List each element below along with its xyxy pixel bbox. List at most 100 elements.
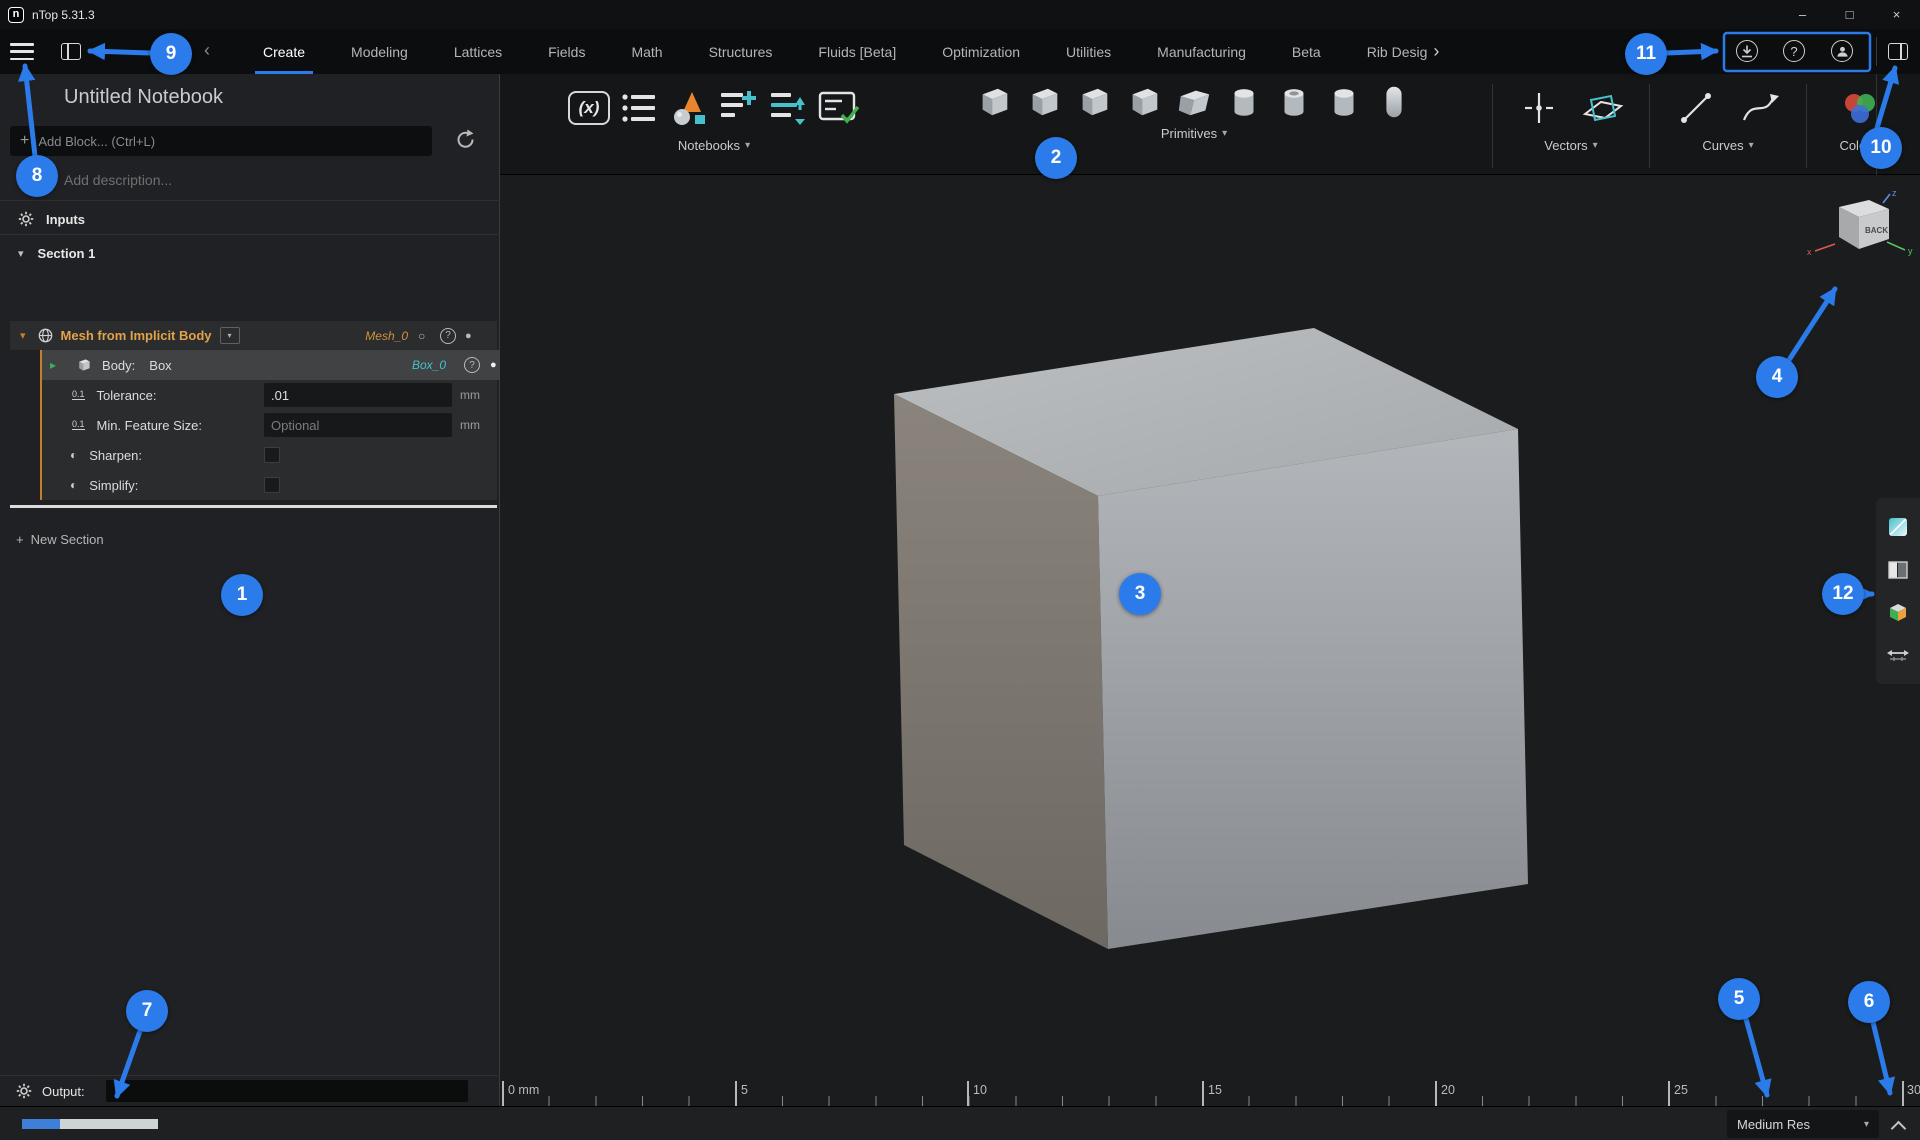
notebooks-group-dropdown[interactable]: Notebooks▾ [678, 138, 750, 153]
add-block-list-icon[interactable] [714, 82, 764, 134]
tabs-scroll-left-icon[interactable]: ‹ [204, 40, 210, 61]
geometry-blocks-icon[interactable] [664, 82, 714, 134]
view-cube[interactable]: x y z BACK [1805, 187, 1917, 267]
min-feature-label: Min. Feature Size: [97, 418, 203, 433]
body-input-row[interactable]: ▸ Body: Box Box_0 ? ● [42, 350, 520, 380]
section-view-icon[interactable] [1886, 515, 1910, 539]
minimize-button[interactable]: – [1779, 0, 1826, 29]
curves-group-dropdown[interactable]: Curves▾ [1702, 138, 1753, 153]
gear-icon [16, 1083, 32, 1099]
ruler-label-10: 10 [973, 1083, 987, 1097]
tube-primitive-icon[interactable] [1275, 82, 1313, 122]
notebook-panel: Untitled Notebook + Add description... I… [0, 74, 500, 1106]
box2-primitive-icon[interactable] [1025, 82, 1063, 122]
body-help-icon[interactable]: ? [464, 357, 480, 373]
add-block-field[interactable]: + [10, 126, 432, 156]
close-button[interactable]: × [1873, 0, 1920, 29]
account-icon[interactable] [1829, 38, 1855, 64]
tab-fluids-beta[interactable]: Fluids [Beta] [795, 29, 919, 74]
new-section-button[interactable]: + New Section [16, 526, 104, 552]
section-resize-handle[interactable] [10, 505, 497, 508]
section-1-header[interactable]: ▾ Section 1 [0, 238, 500, 268]
tab-beta[interactable]: Beta [1269, 29, 1344, 74]
tolerance-input[interactable] [264, 383, 452, 407]
block-help-icon[interactable]: ? [440, 328, 456, 344]
tabs-scroll-right-icon[interactable]: › [1429, 29, 1443, 74]
ribbon-group-vectors: Vectors▾ [1501, 82, 1641, 153]
divider [0, 234, 500, 235]
rounded-box-primitive-icon[interactable] [1125, 82, 1163, 122]
expand-panel-chevron-icon[interactable] [1891, 1121, 1907, 1137]
body-state-icon[interactable]: ● [490, 359, 497, 371]
viewport-3d[interactable]: x y z BACK 0 mm 5 10 15 20 25 30 [500, 175, 1920, 1106]
part-color-icon[interactable] [1886, 600, 1910, 624]
tab-optimization[interactable]: Optimization [919, 29, 1043, 74]
tab-fields[interactable]: Fields [525, 29, 608, 74]
spline-curve-icon[interactable] [1735, 82, 1785, 134]
ribbon-tab-bar: ‹ Create Modeling Lattices Fields Math S… [0, 29, 1920, 74]
tab-modeling[interactable]: Modeling [328, 29, 431, 74]
tab-math[interactable]: Math [608, 29, 685, 74]
tab-structures[interactable]: Structures [686, 29, 796, 74]
help-icon[interactable]: ? [1781, 38, 1807, 64]
block-list-icon[interactable] [614, 82, 664, 134]
notebook-checklist-icon[interactable] [814, 82, 864, 134]
vectors-group-dropdown[interactable]: Vectors▾ [1544, 138, 1597, 153]
add-block-input[interactable] [38, 134, 422, 149]
block-state-icon[interactable]: ● [465, 330, 472, 342]
display-toggle-icon[interactable]: ○ [418, 329, 425, 343]
box-corner-primitive-icon[interactable] [1075, 82, 1113, 122]
tab-lattices[interactable]: Lattices [431, 29, 525, 74]
boolean-icon: ◐ [70, 448, 77, 462]
inputs-section-header[interactable]: Inputs [0, 204, 500, 234]
toggle-right-panel-icon[interactable] [1888, 43, 1908, 60]
color-group-dropdown[interactable]: Color▾ [1839, 138, 1880, 153]
output-progress-bar [106, 1080, 468, 1102]
refresh-icon[interactable] [452, 128, 476, 152]
function-block-icon[interactable]: (x) [564, 82, 614, 134]
expand-triangle-icon[interactable]: ▸ [50, 358, 56, 372]
point-vector-icon[interactable] [1514, 82, 1564, 134]
primitives-group-dropdown[interactable]: Primitives▾ [1161, 126, 1227, 141]
cylinder2-primitive-icon[interactable] [1325, 82, 1363, 122]
tab-rib-design[interactable]: Rib Desig [1344, 29, 1430, 74]
window-controls: – □ × [1779, 0, 1920, 29]
sharpen-checkbox[interactable] [264, 447, 280, 463]
rgb-color-icon[interactable] [1835, 82, 1885, 134]
ruler-label-15: 15 [1208, 1083, 1222, 1097]
resolution-dropdown[interactable]: Medium Res ▾ [1727, 1110, 1879, 1138]
sheared-box-primitive-icon[interactable] [1175, 82, 1213, 122]
plane-vector-icon[interactable] [1578, 82, 1628, 134]
ribbon-group-curves: Curves▾ [1658, 82, 1798, 153]
notebook-title[interactable]: Untitled Notebook [64, 86, 223, 109]
block-id: Mesh_0 [360, 329, 408, 343]
body-value[interactable]: Box [149, 358, 171, 373]
sharpen-label: Sharpen: [89, 448, 142, 463]
measure-icon[interactable] [1886, 643, 1910, 667]
toggle-left-panel-icon[interactable] [61, 43, 81, 60]
maximize-button[interactable]: □ [1826, 0, 1873, 29]
display-mode-icon[interactable] [1886, 558, 1910, 582]
box-geometry[interactable] [500, 175, 1920, 1106]
view-cube-face-label: BACK [1865, 226, 1888, 235]
block-collapse-icon[interactable]: ▾ [20, 329, 26, 342]
notebook-description-placeholder[interactable]: Add description... [64, 172, 172, 188]
capsule-primitive-icon[interactable] [1375, 82, 1413, 122]
box-primitive-icon[interactable] [975, 82, 1013, 122]
status-progress-bar [22, 1119, 158, 1129]
tab-utilities[interactable]: Utilities [1043, 29, 1134, 74]
line-curve-icon[interactable] [1671, 82, 1721, 134]
mesh-block-header[interactable]: ▾ Mesh from Implicit Body ▾ Mesh_0 ○ ? ● [10, 321, 497, 350]
tolerance-label: Tolerance: [97, 388, 157, 403]
simplify-checkbox[interactable] [264, 477, 280, 493]
body-label: Body: [102, 358, 135, 373]
collapse-triangle-icon[interactable]: ▾ [18, 247, 24, 260]
reorder-blocks-icon[interactable] [764, 82, 814, 134]
main-menu-icon[interactable] [10, 43, 34, 60]
cylinder-primitive-icon[interactable] [1225, 82, 1263, 122]
block-type-dropdown[interactable]: ▾ [220, 327, 240, 344]
min-feature-input[interactable] [264, 413, 452, 437]
tab-manufacturing[interactable]: Manufacturing [1134, 29, 1269, 74]
tab-create[interactable]: Create [240, 29, 328, 74]
download-icon[interactable] [1734, 38, 1760, 64]
